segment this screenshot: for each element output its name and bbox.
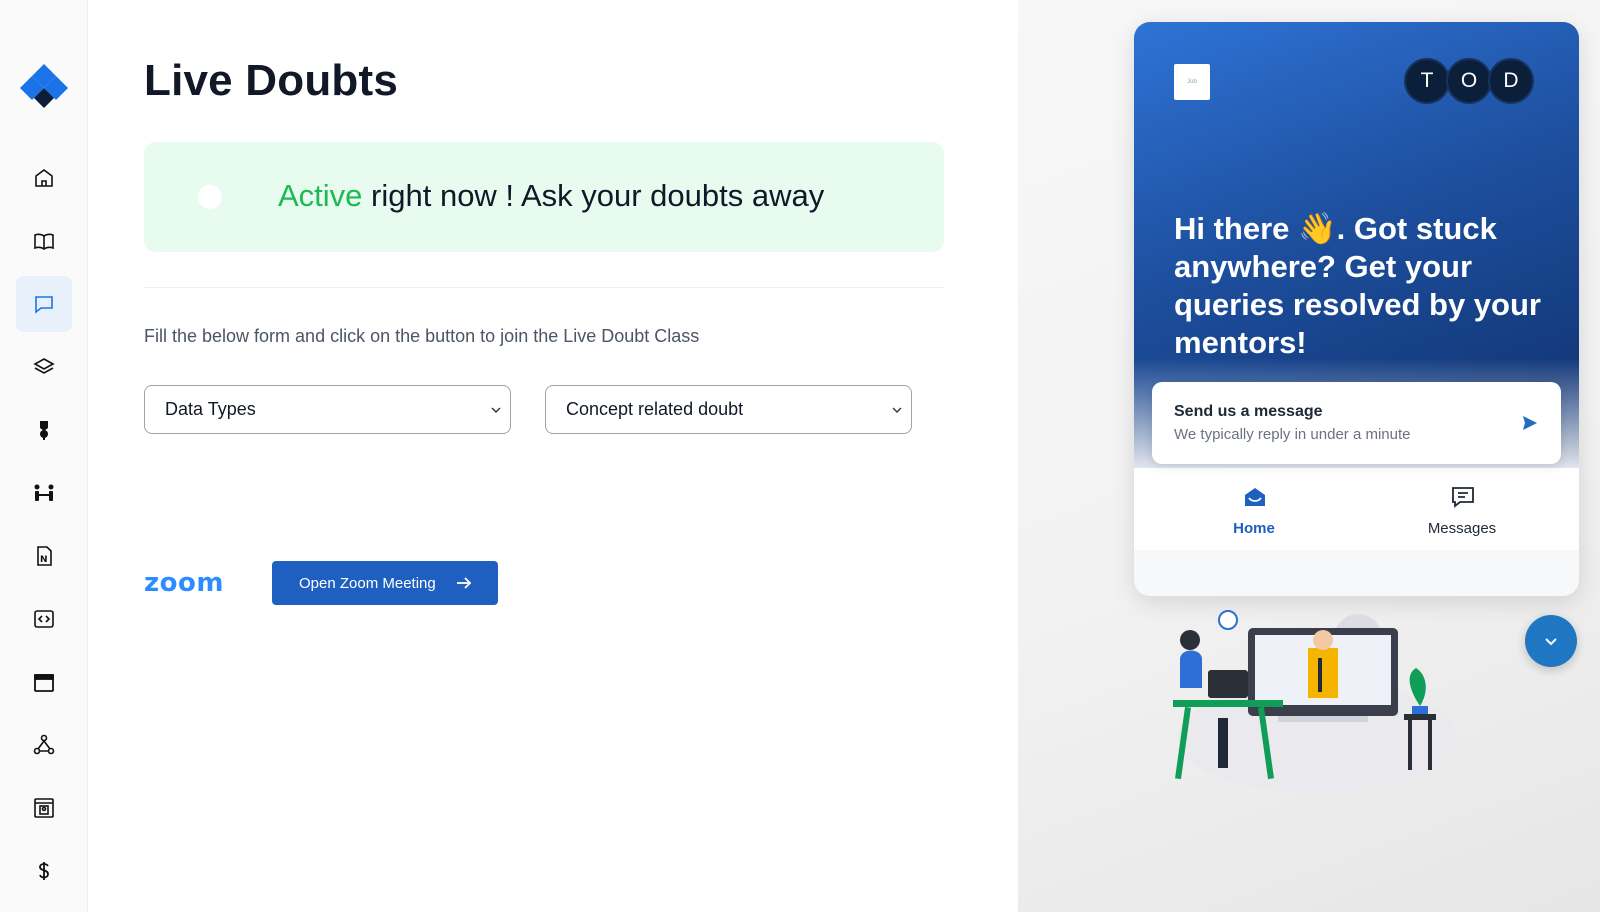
- chevron-down-icon: [1545, 638, 1557, 646]
- sidebar-item-code[interactable]: [16, 591, 72, 647]
- layers-icon: [33, 358, 55, 374]
- chat-icon: [35, 296, 53, 314]
- open-zoom-meeting-button[interactable]: Open Zoom Meeting: [272, 561, 498, 605]
- sidebar-item-home[interactable]: [16, 150, 72, 206]
- send-message-card[interactable]: Send us a message We typically reply in …: [1152, 382, 1561, 464]
- send-message-subtitle: We typically reply in under a minute: [1174, 426, 1411, 443]
- online-class-illustration: [1173, 610, 1458, 793]
- send-icon: [1523, 416, 1537, 430]
- sidebar-item-profile[interactable]: [16, 780, 72, 836]
- avatar: T: [1404, 58, 1450, 104]
- notes-icon: N: [37, 546, 52, 566]
- chat-greeting: Hi there 👋. Got stuck anywhere? Get your…: [1174, 211, 1541, 360]
- doubt-type-select-value: Concept related doubt: [566, 399, 744, 419]
- arrow-right-icon: [457, 577, 472, 589]
- home-envelope-icon: [1245, 488, 1265, 506]
- sidebar-item-courses[interactable]: [16, 213, 72, 269]
- chat-widget-tabs: Home Messages: [1134, 468, 1579, 550]
- status-active-word: Active: [278, 178, 363, 213]
- chevron-down-icon: [491, 407, 501, 413]
- chat-toggle-button[interactable]: [1525, 615, 1577, 667]
- sidebar-item-calendar[interactable]: [16, 654, 72, 710]
- home-icon: [35, 169, 53, 187]
- brand-badge: Job: [1174, 64, 1210, 100]
- network-icon: [33, 734, 55, 755]
- avatar: D: [1488, 58, 1534, 104]
- status-dot: [198, 185, 222, 209]
- sidebar: N: [0, 0, 88, 912]
- doubt-type-select[interactable]: Concept related doubt: [545, 385, 912, 434]
- calendar-icon: [34, 674, 54, 692]
- sidebar-item-modules[interactable]: [16, 339, 72, 395]
- medal-icon: [40, 421, 48, 440]
- dollar-icon: [39, 862, 49, 880]
- topic-select-value: Data Types: [165, 399, 256, 419]
- tab-home[interactable]: Home: [1154, 468, 1354, 550]
- sidebar-item-pricing[interactable]: [16, 843, 72, 899]
- sidebar-item-achievements[interactable]: [16, 402, 72, 458]
- book-icon: [34, 233, 54, 250]
- chevron-down-icon: [892, 407, 902, 413]
- topic-select[interactable]: Data Types: [144, 385, 511, 434]
- brand-logo[interactable]: [16, 58, 72, 114]
- page-title: Live Doubts: [144, 56, 398, 105]
- status-message: right now ! Ask your doubts away: [362, 178, 825, 213]
- open-zoom-meeting-label: Open Zoom Meeting: [299, 574, 436, 592]
- divider: [144, 287, 944, 288]
- tab-messages-label: Messages: [1427, 520, 1497, 537]
- profile-card-icon: [34, 798, 54, 818]
- code-icon: [34, 610, 54, 628]
- sidebar-item-notes[interactable]: N: [16, 528, 72, 584]
- messages-icon: [1452, 487, 1474, 508]
- send-message-title: Send us a message: [1174, 403, 1323, 420]
- tab-messages[interactable]: Messages: [1362, 468, 1562, 550]
- sidebar-item-community[interactable]: [16, 717, 72, 773]
- sidebar-item-mentorship[interactable]: [16, 465, 72, 521]
- zoom-logo: zoom: [144, 568, 224, 598]
- chat-widget: Job T O D Hi there 👋. Got stuck anywhere…: [1134, 22, 1579, 596]
- avatar: O: [1446, 58, 1492, 104]
- mentorship-icon: [34, 484, 54, 501]
- sidebar-item-live-doubts[interactable]: [16, 276, 72, 332]
- status-text: Active right now ! Ask your doubts away: [278, 178, 824, 214]
- main-content: Live Doubts Active right now ! Ask your …: [88, 0, 1018, 912]
- form-instructions: Fill the below form and click on the but…: [144, 326, 700, 346]
- brand-badge-text: Job: [1187, 79, 1197, 85]
- svg-text:N: N: [40, 555, 48, 565]
- tab-home-label: Home: [1233, 520, 1275, 537]
- status-banner: Active right now ! Ask your doubts away: [144, 142, 944, 252]
